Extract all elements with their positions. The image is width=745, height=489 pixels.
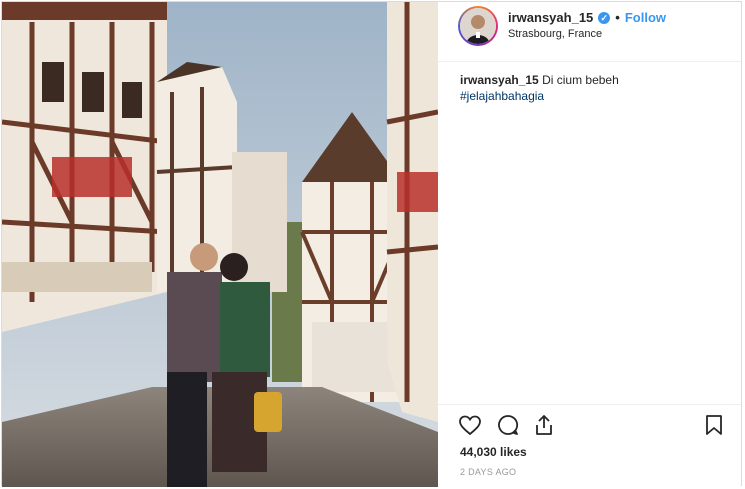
location-link[interactable]: Strasbourg, France [508,28,602,40]
caption-username[interactable]: irwansyah_15 [460,73,539,87]
post-photo[interactable] [2,2,438,487]
verified-badge-icon: ✓ [598,11,611,24]
comment-bubble-icon[interactable] [496,413,520,437]
heart-icon[interactable] [458,413,482,437]
caption-text: Di cium bebeh [542,73,619,87]
hashtag-link[interactable]: #jelajahbahagia [460,88,730,104]
avatar[interactable] [458,6,498,46]
follow-button[interactable]: Follow [625,10,666,25]
username-row: irwansyah_15 ✓ • Follow [508,10,666,25]
username[interactable]: irwansyah_15 [508,10,593,25]
likes-count[interactable]: 44,030 likes [460,445,527,459]
avatar-image [460,8,496,44]
caption: irwansyah_15 Di cium bebeh #jelajahbahag… [460,72,730,104]
bookmark-icon[interactable] [702,413,726,437]
post-details-panel: irwansyah_15 ✓ • Follow Strasbourg, Fran… [438,2,741,487]
share-icon[interactable] [532,413,556,437]
action-bar [438,404,741,444]
post-header: irwansyah_15 ✓ • Follow Strasbourg, Fran… [438,2,741,62]
separator-dot: • [615,10,620,25]
post-timestamp[interactable]: 2 DAYS AGO [460,467,516,477]
